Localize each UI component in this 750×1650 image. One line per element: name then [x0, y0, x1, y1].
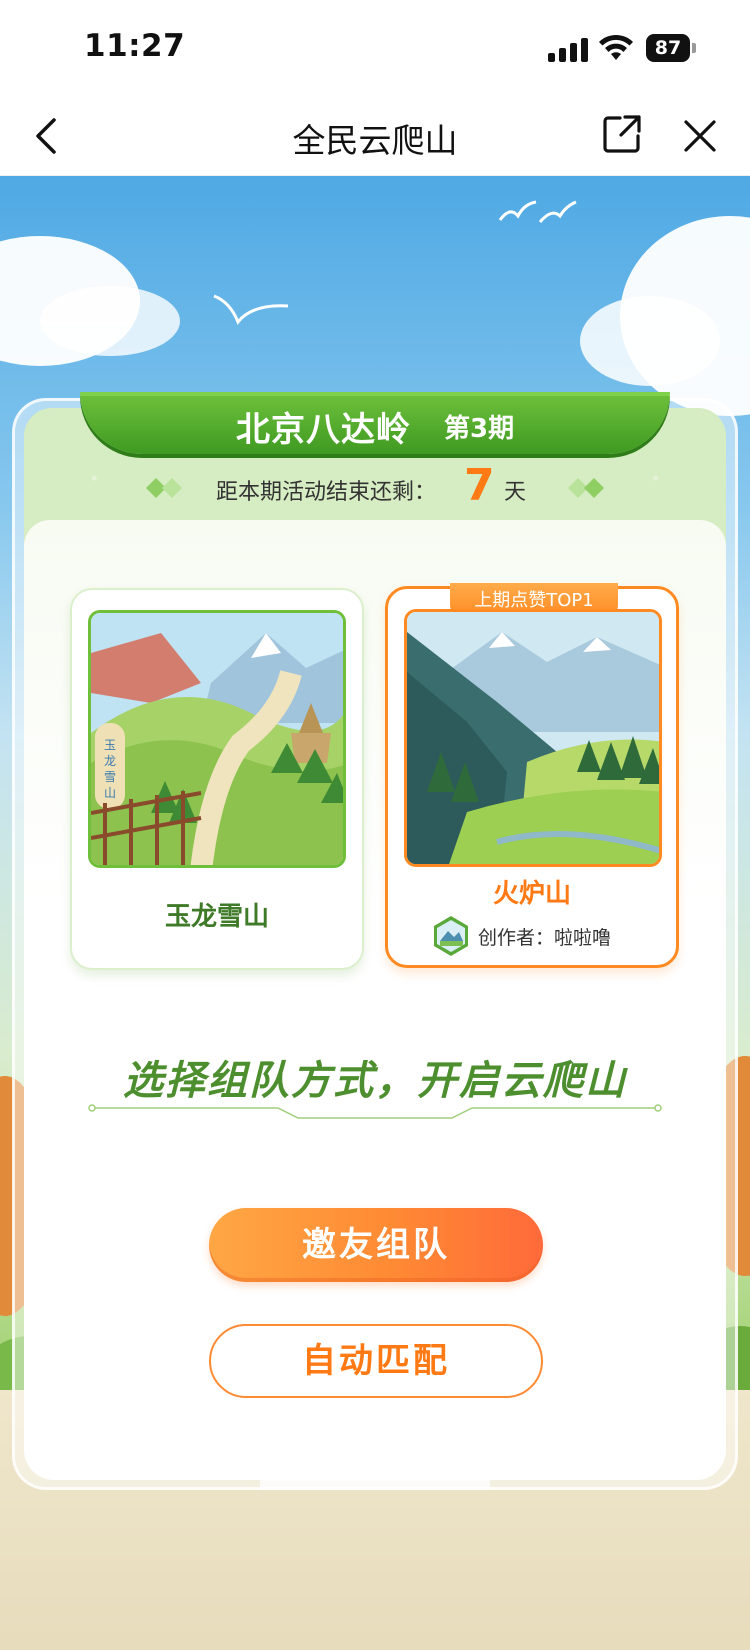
mountain-image: 玉 龙 雪 山 [88, 610, 346, 868]
creator-avatar [434, 916, 468, 956]
slogan-divider [88, 1104, 662, 1119]
signal-icon [548, 36, 590, 62]
bird-icon [498, 200, 577, 223]
creator-info: 创作者：啦啦噜 [432, 915, 652, 956]
creator-name: 创作者：啦啦噜 [478, 927, 612, 949]
auto-match-button[interactable]: 自动匹配 [209, 1324, 543, 1398]
svg-text:玉: 玉 [104, 738, 116, 752]
invite-team-button[interactable]: 邀友组队 [209, 1208, 543, 1282]
diamond-deco-icon [568, 478, 604, 498]
countdown-unit: 天 [504, 480, 527, 505]
status-time: 11:27 [84, 28, 186, 64]
bird-icon [213, 294, 289, 325]
svg-text:雪: 雪 [104, 770, 116, 784]
close-icon[interactable] [678, 114, 722, 158]
nav-bar: 全民云爬山 [0, 96, 750, 176]
share-icon[interactable] [600, 112, 644, 156]
status-bar: 11:27 87 [0, 0, 750, 96]
mountain-name: 火炉山 [492, 879, 571, 909]
countdown: 距本期活动结束还剩： 7 天 [0, 460, 750, 512]
issue-label: 第3期 [444, 414, 515, 444]
mountain-image [404, 609, 662, 867]
mountain-name: 玉龙雪山 [164, 902, 269, 932]
route-title: 北京八达岭 [236, 410, 411, 450]
mountain-option-yulong[interactable]: 玉 龙 雪 山 玉龙雪山 [70, 588, 364, 970]
countdown-label: 距本期活动结束还剩： [216, 480, 437, 505]
countdown-days: 7 [464, 460, 495, 511]
diamond-deco-icon [146, 478, 182, 498]
battery-icon: 87 [646, 34, 696, 62]
mountain-option-huolu[interactable]: 上期点赞TOP1 火炉山 创作者：啦啦噜 [385, 583, 679, 968]
wifi-icon [599, 34, 633, 60]
slogan: 选择组队方式，开启云爬山 [123, 1058, 627, 1104]
card-bottom-tab [260, 1470, 490, 1490]
battery-level: 87 [646, 34, 690, 62]
svg-text:龙: 龙 [104, 754, 116, 768]
svg-text:山: 山 [104, 786, 116, 800]
